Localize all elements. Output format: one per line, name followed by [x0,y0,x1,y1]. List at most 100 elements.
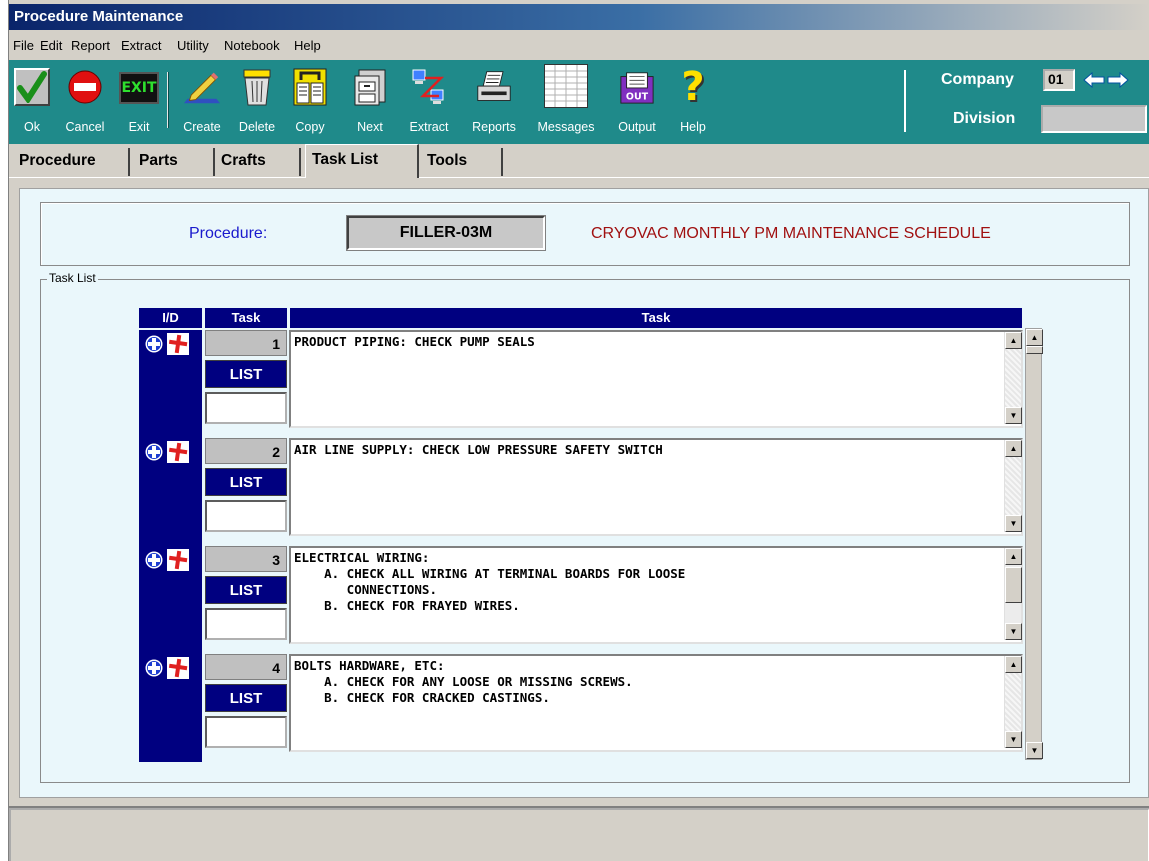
task-text[interactable]: ELECTRICAL WIRING: A. CHECK ALL WIRING A… [289,546,1023,644]
cancel-button[interactable]: Cancel [59,60,111,144]
task-list-panel: Procedure: FILLER-03M CRYOVAC MONTHLY PM… [19,188,1149,798]
scroll-down-icon[interactable]: ▼ [1005,515,1022,532]
messages-label: Messages [537,120,595,134]
procedure-header-box: Procedure: FILLER-03M CRYOVAC MONTHLY PM… [40,202,1130,266]
list-scroll-up-icon[interactable]: ▲ [1026,329,1043,346]
scroll-up-icon[interactable]: ▲ [1005,332,1022,349]
list-scroll-thumb[interactable] [1026,346,1043,354]
menu-help[interactable]: Help [294,38,321,53]
list-button[interactable]: LIST [205,684,287,712]
help-label: Help [680,120,706,134]
delete-row-icon[interactable] [167,657,189,679]
list-scroll-down-icon[interactable]: ▼ [1026,742,1043,759]
messages-button[interactable]: Messages [531,60,601,144]
help-button[interactable]: ? Help [671,60,715,144]
toolbar-separator [167,72,169,128]
task-row: 3 LIST ELECTRICAL WIRING: A. CHECK ALL W… [139,546,1023,654]
create-button[interactable]: Create [177,60,227,144]
extract-computers-icon [411,68,447,106]
scroll-up-icon[interactable]: ▲ [1005,548,1022,565]
row-scrollbar[interactable]: ▲ ▼ [1004,548,1022,640]
menu-report[interactable]: Report [71,38,110,53]
reports-label: Reports [472,120,516,134]
previous-arrow-icon[interactable] [1083,71,1105,91]
delete-button[interactable]: Delete [231,60,283,144]
cancel-label: Cancel [65,120,105,134]
scroll-down-icon[interactable]: ▼ [1005,731,1022,748]
company-label: Company [941,71,1014,88]
header-task-number: Task [205,308,287,328]
exit-button[interactable]: EXIT Exit [117,60,161,144]
task-number: 3 [205,546,287,572]
division-field[interactable] [1041,105,1147,133]
row-input[interactable] [205,608,287,640]
extract-label: Extract [409,120,449,134]
scroll-thumb[interactable] [1005,567,1022,603]
output-box-icon: OUT [619,68,655,106]
scroll-down-icon[interactable]: ▼ [1005,407,1022,424]
next-label: Next [357,120,383,134]
menu-bar: File Edit Report Extract Utility Noteboo… [9,32,1149,60]
menu-utility[interactable]: Utility [177,38,209,53]
tab-parts[interactable]: Parts [133,148,213,176]
task-text[interactable]: AIR LINE SUPPLY: CHECK LOW PRESSURE SAFE… [289,438,1023,536]
extract-button[interactable]: Extract [401,60,457,144]
insert-icon[interactable] [143,333,165,355]
task-text[interactable]: BOLTS HARDWARE, ETC: A. CHECK FOR ANY LO… [289,654,1023,752]
task-list-scrollbar[interactable]: ▲ ▼ [1025,328,1043,760]
tab-crafts[interactable]: Crafts [213,148,301,176]
list-button[interactable]: LIST [205,360,287,388]
task-text[interactable]: PRODUCT PIPING: CHECK PUMP SEALS [289,330,1023,428]
insert-icon[interactable] [143,441,165,463]
output-button[interactable]: OUT Output [611,60,663,144]
company-field[interactable]: 01 [1043,69,1075,91]
ok-label: Ok [24,120,40,134]
menu-notebook[interactable]: Notebook [224,38,280,53]
toolbar-separator-right [904,70,906,132]
procedure-maintenance-window: Procedure Maintenance File Edit Report E… [8,0,1149,861]
header-task-text: Task [290,308,1022,328]
row-scrollbar[interactable]: ▲ ▼ [1004,440,1022,532]
list-button[interactable]: LIST [205,468,287,496]
task-row: 4 LIST BOLTS HARDWARE, ETC: A. CHECK FOR… [139,654,1023,762]
trash-can-icon [239,68,275,106]
task-row: 2 LIST AIR LINE SUPPLY: CHECK LOW PRESSU… [139,438,1023,546]
reports-button[interactable]: Reports [463,60,525,144]
next-arrow-icon[interactable] [1107,71,1129,91]
tab-bar: Procedure Parts Crafts Task List Tools [9,144,1149,178]
title-bar: Procedure Maintenance [9,4,1149,30]
insert-icon[interactable] [143,549,165,571]
status-bar [9,806,1149,861]
menu-extract[interactable]: Extract [121,38,161,53]
row-scrollbar[interactable]: ▲ ▼ [1004,656,1022,748]
exit-label: Exit [128,120,150,134]
row-input[interactable] [205,716,287,748]
question-mark-icon: ? [675,67,711,107]
row-input[interactable] [205,500,287,532]
ok-button[interactable]: Ok [11,60,53,144]
insert-icon[interactable] [143,657,165,679]
copy-label: Copy [295,120,325,134]
delete-row-icon[interactable] [167,549,189,571]
procedure-description: CRYOVAC MONTHLY PM MAINTENANCE SCHEDULE [591,225,991,242]
tab-task-list[interactable]: Task List [305,144,419,178]
tab-tools[interactable]: Tools [421,148,503,176]
scroll-up-icon[interactable]: ▲ [1005,656,1022,673]
scroll-up-icon[interactable]: ▲ [1005,440,1022,457]
scroll-down-icon[interactable]: ▼ [1005,623,1022,640]
row-scrollbar[interactable]: ▲ ▼ [1004,332,1022,424]
printer-icon [476,68,512,106]
delete-row-icon[interactable] [167,441,189,463]
next-button[interactable]: Next [347,60,393,144]
copy-button[interactable]: Copy [285,60,335,144]
delete-row-icon[interactable] [167,333,189,355]
row-input[interactable] [205,392,287,424]
list-button[interactable]: LIST [205,576,287,604]
delete-label: Delete [238,120,276,134]
menu-file[interactable]: File [13,38,34,53]
tab-procedure[interactable]: Procedure [13,148,130,176]
procedure-code-field[interactable]: FILLER-03M [346,215,546,251]
menu-edit[interactable]: Edit [40,38,62,53]
task-number: 2 [205,438,287,464]
header-id: I/D [139,308,202,328]
